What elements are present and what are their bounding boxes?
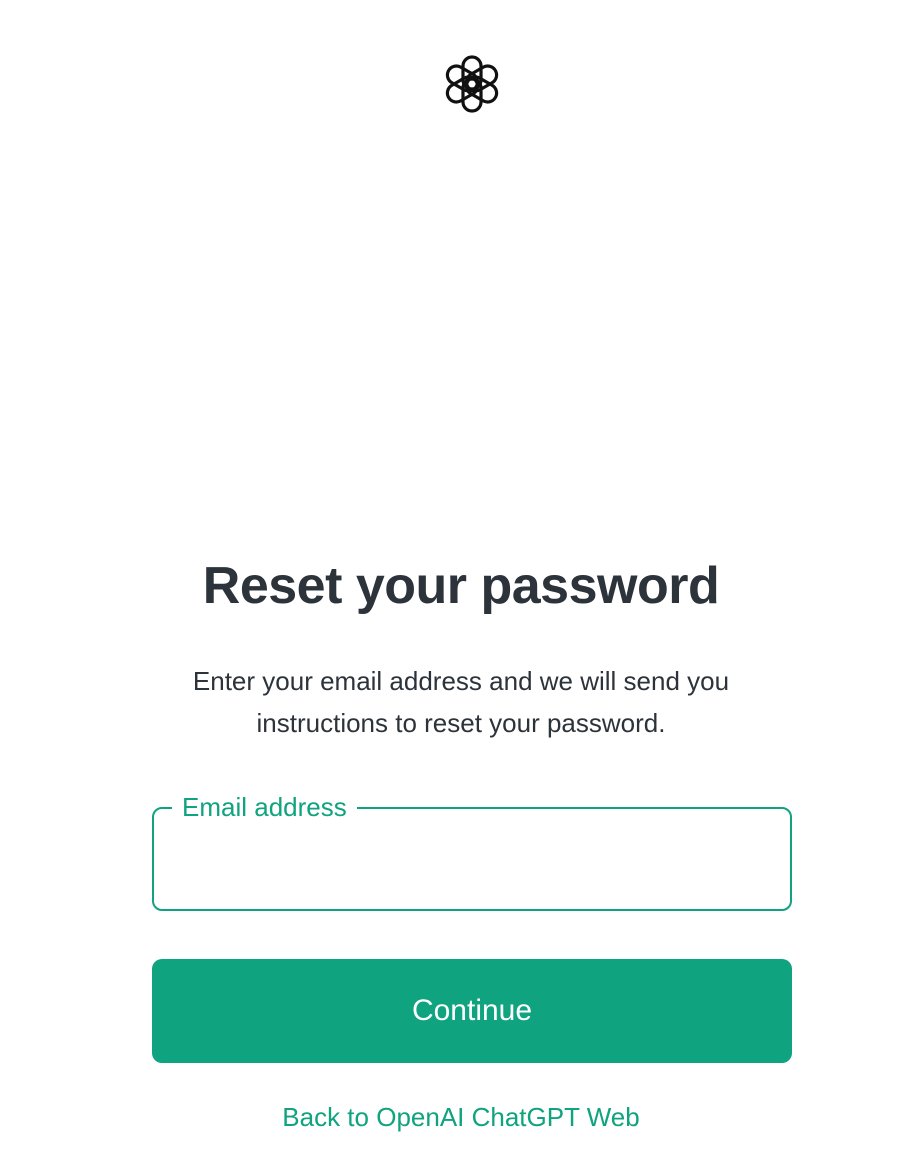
openai-logo-icon bbox=[440, 52, 504, 116]
instructions-text: Enter your email address and we will sen… bbox=[192, 666, 730, 738]
page-title: Reset your password bbox=[202, 557, 720, 615]
email-field-label: Email address bbox=[172, 789, 357, 825]
continue-button[interactable]: Continue bbox=[152, 959, 792, 1063]
back-to-chatgpt-link[interactable]: Back to OpenAI ChatGPT Web bbox=[0, 1098, 922, 1136]
email-input[interactable] bbox=[180, 831, 764, 889]
email-field[interactable]: Email address bbox=[152, 789, 792, 911]
